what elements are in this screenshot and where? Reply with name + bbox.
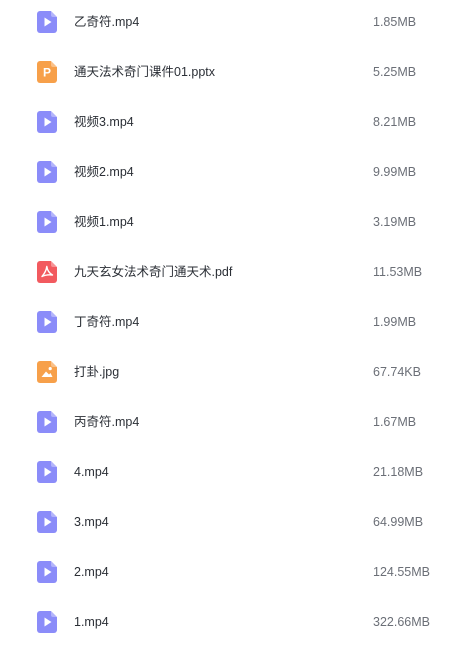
file-row[interactable]: 视频2.mp4 9.99MB: [0, 149, 465, 199]
file-size: 322.66MB: [373, 615, 430, 629]
video-file-icon: [37, 411, 57, 433]
video-file-icon: [37, 111, 57, 133]
file-row[interactable]: 2.mp4 124.55MB: [0, 549, 465, 599]
video-file-icon: [37, 461, 57, 483]
video-file-icon: [37, 511, 57, 533]
file-size: 8.21MB: [373, 115, 417, 129]
video-file-icon: [37, 561, 57, 583]
video-file-icon: [37, 611, 57, 633]
video-file-icon: [37, 211, 57, 233]
file-row[interactable]: 乙奇符.mp4 1.85MB: [0, 0, 465, 49]
file-name: 视频2.mp4: [74, 165, 134, 179]
file-size: 5.25MB: [373, 65, 417, 79]
file-name: 1.mp4: [74, 615, 109, 629]
file-row[interactable]: 视频3.mp4 8.21MB: [0, 99, 465, 149]
file-size: 11.53MB: [373, 265, 423, 279]
svg-text:P: P: [43, 66, 51, 80]
file-row[interactable]: P 通天法术奇门课件01.pptx 5.25MB: [0, 49, 465, 99]
file-row[interactable]: 3.mp4 64.99MB: [0, 499, 465, 549]
file-list: 乙奇符.mp4 1.85MB P 通天法术奇门课件01.pptx 5.25MB …: [0, 0, 465, 633]
file-size: 21.18MB: [373, 465, 424, 479]
file-size: 124.55MB: [373, 565, 430, 579]
file-name: 打卦.jpg: [74, 365, 120, 379]
file-row[interactable]: 4.mp4 21.18MB: [0, 449, 465, 499]
video-file-icon: [37, 311, 57, 333]
file-name: 丙奇符.mp4: [74, 415, 140, 429]
file-name: 通天法术奇门课件01.pptx: [74, 65, 216, 79]
file-name: 2.mp4: [74, 565, 109, 579]
file-name: 乙奇符.mp4: [74, 15, 140, 29]
file-name: 九天玄女法术奇门通天术.pdf: [74, 265, 233, 279]
file-size: 3.19MB: [373, 215, 417, 229]
file-size: 9.99MB: [373, 165, 417, 179]
file-row[interactable]: 九天玄女法术奇门通天术.pdf 11.53MB: [0, 249, 465, 299]
video-file-icon: [37, 11, 57, 33]
file-row[interactable]: 丁奇符.mp4 1.99MB: [0, 299, 465, 349]
file-name: 3.mp4: [74, 515, 109, 529]
file-row[interactable]: 丙奇符.mp4 1.67MB: [0, 399, 465, 449]
file-name: 视频1.mp4: [74, 215, 134, 229]
file-size: 67.74KB: [373, 365, 421, 379]
file-row[interactable]: 1.mp4 322.66MB: [0, 599, 465, 649]
file-name: 4.mp4: [74, 465, 109, 479]
file-name: 丁奇符.mp4: [74, 315, 140, 329]
pdf-file-icon: [37, 261, 57, 283]
video-file-icon: [37, 161, 57, 183]
file-name: 视频3.mp4: [74, 115, 134, 129]
file-row[interactable]: 打卦.jpg 67.74KB: [0, 349, 465, 399]
file-size: 1.85MB: [373, 15, 417, 29]
file-size: 1.67MB: [373, 415, 417, 429]
ppt-file-icon: P: [37, 61, 57, 83]
file-size: 1.99MB: [373, 315, 417, 329]
file-row[interactable]: 视频1.mp4 3.19MB: [0, 199, 465, 249]
file-size: 64.99MB: [373, 515, 424, 529]
image-file-icon: [37, 361, 57, 383]
